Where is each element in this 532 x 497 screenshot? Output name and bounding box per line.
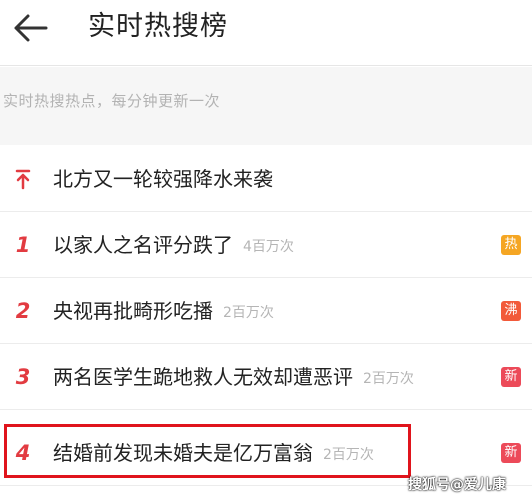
topic-text: 以家人之名评分跌了 bbox=[53, 233, 233, 257]
search-count: 2百万次 bbox=[223, 305, 274, 321]
new-badge: 新 bbox=[501, 367, 521, 387]
boil-badge: 沸 bbox=[501, 301, 521, 321]
arrow-left-icon bbox=[14, 14, 48, 42]
rank-number: 4 bbox=[15, 441, 31, 465]
rank-number: 3 bbox=[15, 365, 31, 389]
list-item-2[interactable]: 2 央视再批畸形吃播 2百万次 沸 bbox=[0, 278, 532, 344]
header-bar: 实时热搜榜 bbox=[0, 0, 532, 66]
watermark: 搜狐号@爱儿康 bbox=[408, 477, 506, 493]
pin-top-icon bbox=[12, 146, 34, 212]
search-count: 2百万次 bbox=[323, 447, 374, 463]
rank-number: 2 bbox=[15, 299, 31, 323]
rank-number: 1 bbox=[15, 233, 31, 257]
update-note: 实时热搜热点，每分钟更新一次 bbox=[3, 92, 221, 110]
topic-text: 北方又一轮较强降水来袭 bbox=[53, 167, 273, 191]
hot-badge: 热 bbox=[501, 235, 521, 255]
list-item-pinned[interactable]: 北方又一轮较强降水来袭 bbox=[0, 146, 532, 212]
topic-text: 结婚前发现未婚夫是亿万富翁 bbox=[53, 441, 313, 465]
topic-text: 央视再批畸形吃播 bbox=[53, 299, 213, 323]
list-item-1[interactable]: 1 以家人之名评分跌了 4百万次 热 bbox=[0, 212, 532, 278]
back-button[interactable] bbox=[10, 10, 50, 46]
page-title: 实时热搜榜 bbox=[88, 11, 228, 42]
search-count: 4百万次 bbox=[243, 239, 294, 255]
new-badge: 新 bbox=[501, 443, 521, 463]
search-count: 2百万次 bbox=[363, 371, 414, 387]
list-item-3[interactable]: 3 两名医学生跪地救人无效却遭恶评 2百万次 新 bbox=[0, 344, 532, 410]
topic-text: 两名医学生跪地救人无效却遭恶评 bbox=[53, 365, 353, 389]
